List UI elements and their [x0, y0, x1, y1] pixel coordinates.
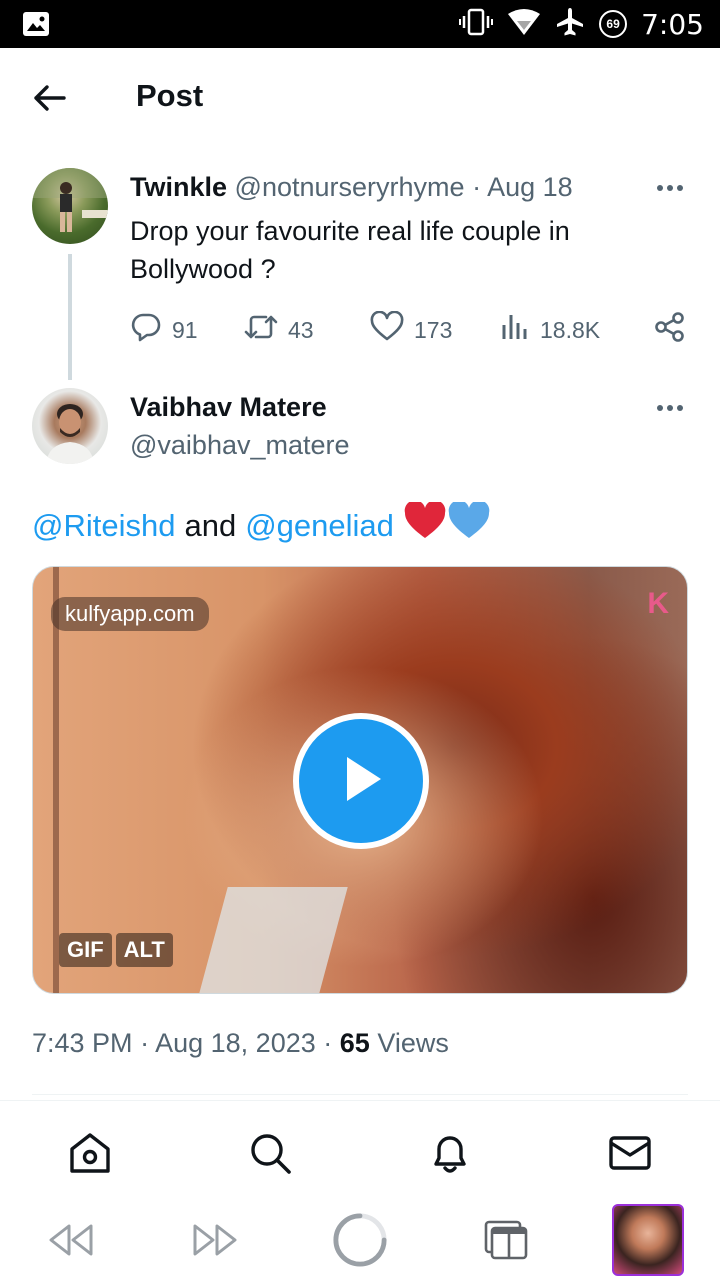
- play-button[interactable]: [293, 713, 429, 849]
- post-timestamp: 7:43 PM · Aug 18, 2023 · 65 Views: [32, 1028, 449, 1059]
- mention-link[interactable]: @geneliad: [245, 506, 394, 546]
- retweet-icon: [244, 311, 278, 349]
- airplane-icon: [555, 7, 585, 42]
- tweet-text: @Riteishd and @geneliad: [32, 500, 490, 550]
- action-bar: 91 43 173 18.8K: [130, 310, 690, 350]
- image-notification-icon: [22, 11, 50, 42]
- tweet-text-connector: and: [184, 508, 237, 543]
- views-count: 18.8K: [540, 316, 601, 343]
- more-options-icon[interactable]: [650, 396, 690, 420]
- author-handle[interactable]: @vaibhav_matere: [130, 430, 350, 461]
- post-date[interactable]: Aug 18: [487, 172, 573, 202]
- analytics-icon: [500, 311, 530, 349]
- media-watermark: kulfyapp.com: [51, 597, 209, 631]
- red-heart-icon: [404, 500, 446, 550]
- mention-link[interactable]: @Riteishd: [32, 506, 175, 546]
- views-label: Views: [377, 1028, 449, 1058]
- alt-badge[interactable]: ALT: [115, 933, 173, 967]
- tweet-text: Drop your favourite real life couple in …: [130, 216, 570, 284]
- media-corner-logo: K: [647, 587, 669, 620]
- author-handle[interactable]: @notnurseryrhyme: [235, 172, 465, 202]
- tabs-icon[interactable]: [478, 1212, 534, 1268]
- avatar[interactable]: [32, 388, 108, 464]
- divider: [32, 1094, 688, 1095]
- recent-tab-thumbnail[interactable]: [612, 1204, 684, 1276]
- author-name[interactable]: Twinkle: [130, 172, 227, 202]
- play-icon: [331, 749, 391, 814]
- like-button[interactable]: 173: [370, 310, 452, 350]
- thread-connector: [68, 254, 72, 380]
- loading-spinner-icon[interactable]: [332, 1212, 388, 1268]
- views-count: 65: [339, 1028, 370, 1058]
- back-arrow-icon[interactable]: [30, 78, 70, 118]
- separator-dot: ·: [323, 1028, 333, 1058]
- reply-icon: [130, 311, 162, 349]
- home-icon[interactable]: [68, 1131, 112, 1175]
- wifi-icon: [507, 8, 541, 41]
- page-title: Post: [136, 78, 204, 113]
- post-time: 7:43 PM: [32, 1028, 133, 1058]
- more-options-icon[interactable]: [650, 176, 690, 200]
- retweet-count: 43: [288, 316, 314, 343]
- media-decor: [53, 567, 59, 993]
- bottom-nav: [0, 1100, 720, 1200]
- separator-dot: ·: [140, 1028, 150, 1058]
- rewind-icon[interactable]: [42, 1212, 98, 1268]
- media-decor: [198, 887, 348, 993]
- gif-media[interactable]: kulfyapp.com K GIF ALT: [32, 566, 688, 994]
- heart-icon: [370, 310, 404, 349]
- vibrate-icon: [459, 8, 494, 41]
- clock: 7:05: [641, 7, 704, 41]
- status-bar: 69 7:05: [0, 0, 720, 48]
- avatar[interactable]: [32, 168, 108, 244]
- author-name[interactable]: Vaibhav Matere: [130, 392, 327, 423]
- views-button[interactable]: 18.8K: [500, 310, 600, 350]
- retweet-button[interactable]: 43: [244, 310, 314, 350]
- share-icon: [654, 311, 686, 349]
- separator-dot: ·: [472, 172, 482, 202]
- bell-icon[interactable]: [428, 1131, 472, 1175]
- like-count: 173: [414, 316, 453, 343]
- share-button[interactable]: [654, 310, 686, 350]
- gif-badge: GIF: [59, 933, 112, 967]
- browser-toolbar: [0, 1200, 720, 1280]
- reply-count: 91: [172, 316, 198, 343]
- battery-icon: 69: [599, 10, 628, 38]
- page-header: Post: [0, 48, 720, 144]
- search-icon[interactable]: [248, 1131, 292, 1175]
- post-date: Aug 18, 2023: [155, 1028, 316, 1058]
- reply-button[interactable]: 91: [130, 310, 198, 350]
- blue-heart-icon: [448, 500, 490, 550]
- mail-icon[interactable]: [608, 1131, 652, 1175]
- fast-forward-icon[interactable]: [188, 1212, 244, 1268]
